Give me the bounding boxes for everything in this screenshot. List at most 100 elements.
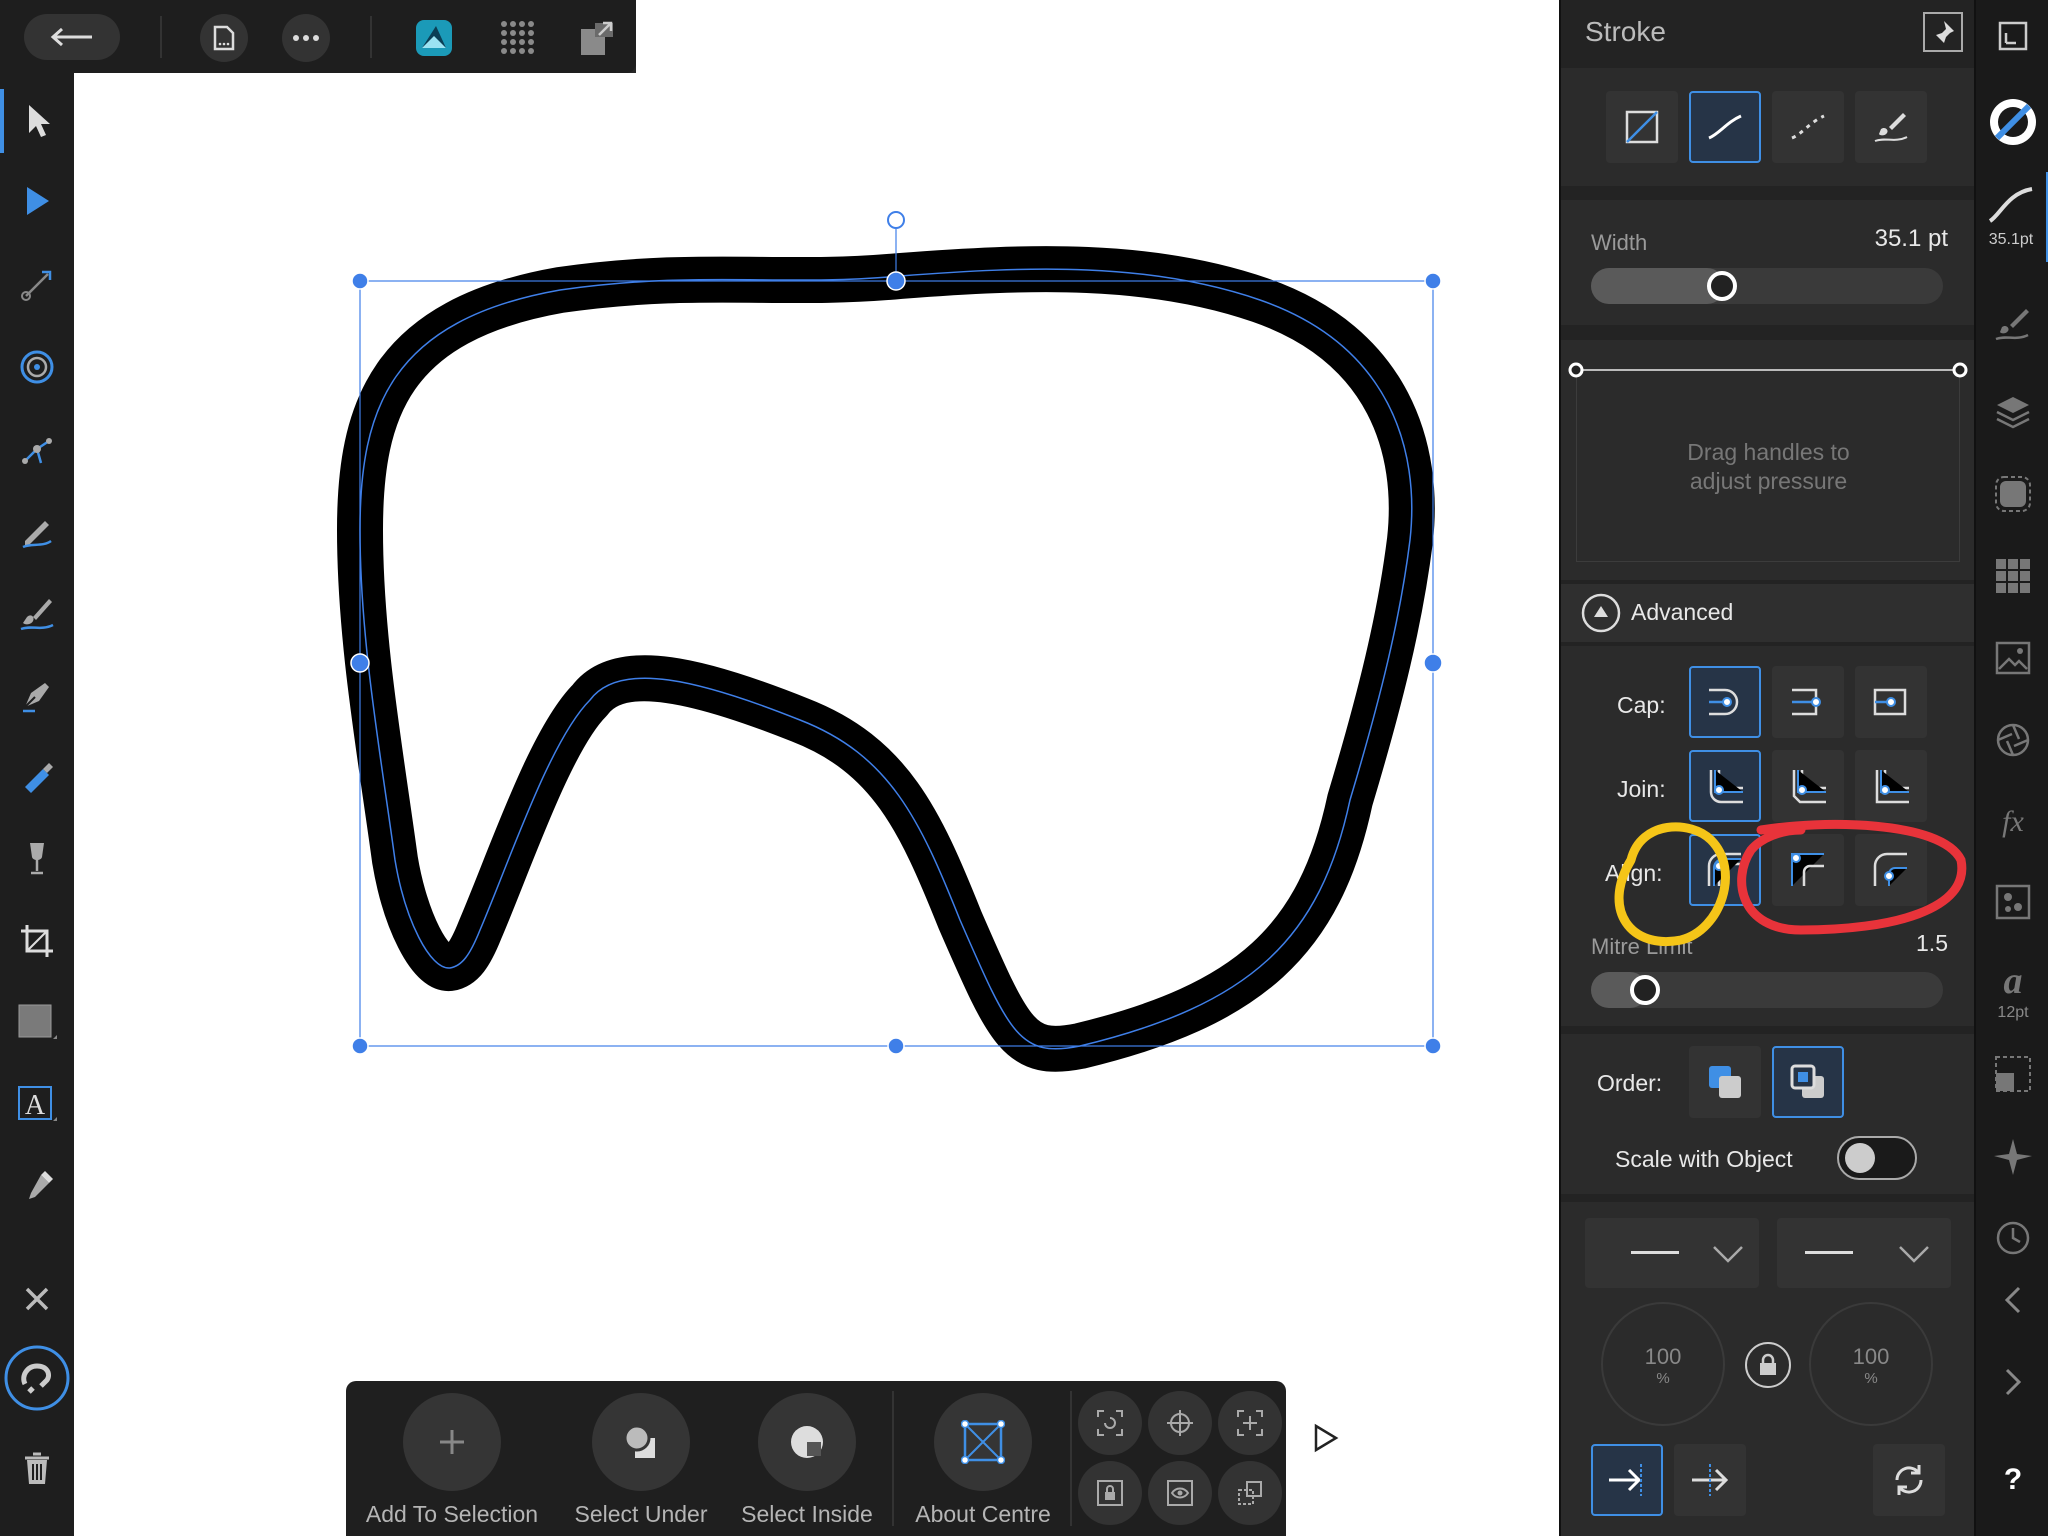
node-tool-button[interactable] — [0, 171, 74, 235]
appearance-studio-button[interactable] — [1976, 716, 2048, 764]
end-arrowhead-scale-dial[interactable]: 100 % — [1809, 1302, 1933, 1426]
assets-studio-button[interactable] — [1976, 634, 2048, 682]
color-picker-tool-button[interactable] — [0, 1155, 74, 1219]
scale-with-object-toggle[interactable] — [1837, 1136, 1917, 1180]
mitre-slider-knob[interactable] — [1630, 975, 1660, 1005]
stroked-shape[interactable] — [337, 246, 1435, 1072]
point-transform-tool-button[interactable] — [0, 335, 74, 399]
solid-line-button[interactable] — [1689, 91, 1761, 163]
lock-children-button[interactable] — [1078, 1461, 1142, 1525]
pen-tool-button[interactable] — [0, 663, 74, 727]
designer-persona-button[interactable] — [410, 14, 458, 62]
pressure-curve[interactable] — [1561, 350, 1976, 390]
dashed-line-button[interactable] — [1772, 91, 1844, 163]
contour-tool-button[interactable] — [0, 417, 74, 481]
crop-tool-button[interactable] — [0, 909, 74, 973]
scale-with-object-label: Scale with Object — [1615, 1146, 1793, 1172]
width-value[interactable]: 35.1 pt — [1875, 225, 1948, 253]
select-inside-button[interactable] — [758, 1393, 856, 1491]
effects-studio-button[interactable] — [1976, 470, 2048, 518]
stroke-studio-button[interactable]: 35.1pt — [1976, 172, 2048, 262]
select-under-button[interactable] — [592, 1393, 690, 1491]
end-scale-unit: % — [1864, 1370, 1878, 1387]
arrow-at-end-button[interactable] — [1674, 1444, 1746, 1516]
join-label: Join: — [1617, 776, 1666, 802]
align-outside-icon — [1873, 852, 1907, 886]
rotate-snap-button[interactable] — [1078, 1391, 1142, 1455]
align-inside-button[interactable] — [1772, 834, 1844, 906]
navigator-studio-button[interactable] — [1976, 1132, 2048, 1180]
artwork[interactable] — [74, 73, 1559, 1536]
rotation-handle[interactable] — [887, 211, 905, 229]
mitre-limit-slider[interactable] — [1591, 972, 1943, 1008]
move-tool-button[interactable] — [0, 89, 74, 153]
align-outside-button[interactable] — [1855, 834, 1927, 906]
no-stroke-button[interactable] — [1606, 91, 1678, 163]
stroke-in-front-button[interactable] — [1772, 1046, 1844, 1118]
transparency-tool-button[interactable] — [0, 827, 74, 891]
pencil-icon — [22, 521, 52, 549]
pressure-hint: Drag handles to adjust pressure — [1561, 438, 1976, 496]
corner-tool-button[interactable] — [0, 253, 74, 317]
expand-context-toolbar-button[interactable] — [1306, 1418, 1346, 1458]
advanced-toggle[interactable]: Advanced — [1561, 584, 1976, 642]
add-to-selection-label: Add To Selection — [365, 1501, 539, 1527]
swatches-studio-button[interactable] — [1976, 552, 2048, 600]
delete-button[interactable] — [0, 1437, 74, 1501]
cancel-button[interactable] — [0, 1267, 74, 1331]
brushes-studio-button[interactable] — [1976, 300, 2048, 348]
pin-panel-button[interactable] — [1923, 12, 1963, 52]
vector-brush-tool-button[interactable] — [0, 581, 74, 645]
add-to-selection-button[interactable] — [403, 1393, 501, 1491]
about-centre-button[interactable] — [934, 1393, 1032, 1491]
fill-tool-button[interactable] — [0, 745, 74, 809]
document-icon — [213, 25, 235, 51]
width-slider[interactable] — [1591, 268, 1943, 304]
join-round-button[interactable] — [1689, 750, 1761, 822]
snapping-button[interactable] — [0, 1341, 74, 1415]
shape-tool-button[interactable] — [0, 991, 74, 1055]
styles-studio-button[interactable] — [1976, 878, 2048, 926]
transform-origin-button[interactable] — [1218, 1461, 1282, 1525]
transform-studio-button[interactable] — [1976, 16, 2048, 56]
eyedropper-icon — [29, 1171, 53, 1199]
fx-studio-button[interactable]: fx — [1976, 798, 2048, 846]
text-tool-button[interactable]: A — [0, 1073, 74, 1137]
layers-studio-button[interactable] — [1976, 388, 2048, 436]
cap-butt-button[interactable] — [1772, 666, 1844, 738]
start-arrowhead-scale-dial[interactable]: 100 % — [1601, 1302, 1725, 1426]
more-button[interactable] — [282, 14, 330, 62]
next-studio-button[interactable] — [1976, 1358, 2048, 1406]
link-scale-button[interactable] — [1745, 1342, 1791, 1388]
cap-round-button[interactable] — [1689, 666, 1761, 738]
pixel-persona-button[interactable] — [494, 14, 542, 62]
width-slider-knob[interactable] — [1707, 271, 1737, 301]
join-bevel-button[interactable] — [1772, 750, 1844, 822]
document-button[interactable] — [200, 14, 248, 62]
stroke-behind-fill-button[interactable] — [1689, 1046, 1761, 1118]
crosshair-button[interactable] — [1148, 1391, 1212, 1455]
help-button[interactable]: ? — [1976, 1456, 2048, 1504]
cap-square-button[interactable] — [1855, 666, 1927, 738]
text-studio-button[interactable]: a 12pt — [1976, 952, 2048, 1032]
mitre-limit-value[interactable]: 1.5 — [1916, 930, 1948, 957]
previous-studio-button[interactable] — [1976, 1276, 2048, 1324]
texture-line-button[interactable] — [1855, 91, 1927, 163]
history-studio-button[interactable] — [1976, 1214, 2048, 1262]
arrow-beyond-end-button[interactable] — [1591, 1444, 1663, 1516]
back-button[interactable] — [24, 14, 120, 60]
start-arrowhead-select[interactable] — [1585, 1218, 1759, 1288]
distribute-button[interactable] — [1218, 1391, 1282, 1455]
transform-panel-button[interactable] — [1976, 1050, 2048, 1098]
end-arrowhead-select[interactable] — [1777, 1218, 1951, 1288]
visibility-button[interactable] — [1148, 1461, 1212, 1525]
pencil-tool-button[interactable] — [0, 499, 74, 563]
bevel-join-icon — [1792, 770, 1826, 804]
canvas[interactable]: Add To Selection Select Under Select Ins… — [74, 73, 1559, 1536]
stroke-panel: Stroke Width 35.1 pt Drag handles to adj… — [1559, 0, 1976, 1536]
color-studio-button[interactable] — [1976, 94, 2048, 150]
swap-arrowheads-button[interactable] — [1873, 1444, 1945, 1516]
align-centre-button[interactable] — [1689, 834, 1761, 906]
join-mitre-button[interactable] — [1855, 750, 1927, 822]
export-persona-button[interactable] — [574, 14, 622, 62]
